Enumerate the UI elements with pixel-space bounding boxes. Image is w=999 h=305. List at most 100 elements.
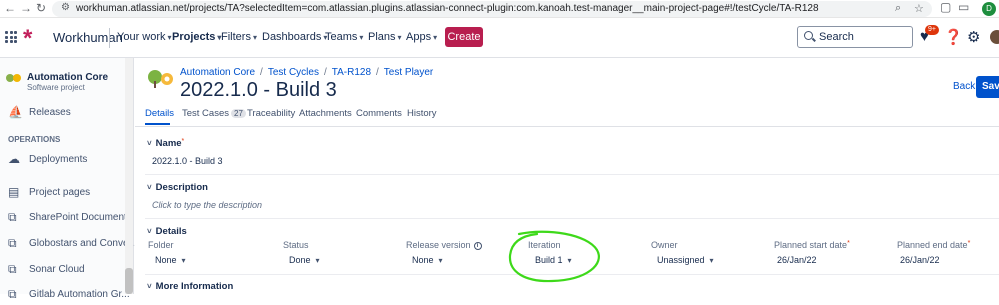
planned-end-date-label: Planned end date* <box>897 240 971 250</box>
chevron-down-icon: ˅ <box>147 282 152 291</box>
test-cycle-page: Automation Core / Test Cycles / TA-R128/Test… <box>135 58 999 294</box>
breadcrumb-cycle-key[interactable]: TA-R128 <box>332 67 371 78</box>
test-cases-count: 27 <box>231 109 246 118</box>
breadcrumb: Automation Core / Test Cycles / TA-R128/Test… <box>180 67 434 78</box>
description-field[interactable]: Click to type the description <box>152 200 262 210</box>
bookmark-star-icon[interactable]: ☆ <box>914 2 924 15</box>
brand-name[interactable]: Workhuman <box>53 30 123 45</box>
sidebar-item-sonar-cloud[interactable]: ⧉ Sonar Cloud <box>0 260 125 280</box>
status-select[interactable]: Done ▾ <box>289 255 320 265</box>
section-divider <box>145 174 999 175</box>
more-information-section-header[interactable]: ˅ More Information <box>147 281 233 292</box>
folder-select[interactable]: None ▾ <box>155 255 186 265</box>
tab-traceability[interactable]: Traceability <box>247 108 295 119</box>
sidebar-scrollbar-thumb[interactable] <box>125 268 133 294</box>
create-button[interactable]: Create <box>445 27 483 47</box>
chevron-down-icon: ˅ <box>147 139 152 148</box>
name-section-header[interactable]: ˅ Name* <box>147 138 184 149</box>
info-icon[interactable]: i <box>473 242 482 250</box>
zoom-icon[interactable]: ⌕ <box>895 2 901 15</box>
search-placeholder: Search <box>819 31 854 43</box>
description-section-header[interactable]: ˅ Description <box>147 182 208 193</box>
url-text: workhuman.atlassian.net/projects/TA?sele… <box>76 3 819 14</box>
chevron-down-icon: ▾ <box>181 256 186 265</box>
sidepanel-icon[interactable]: ▭ <box>958 0 969 14</box>
external-link-icon: ⧉ <box>8 236 17 250</box>
operations-header: OPERATIONS <box>8 135 61 144</box>
project-type: Software project <box>27 83 85 92</box>
tab-details[interactable]: Details <box>145 108 174 119</box>
save-button[interactable]: Save <box>976 76 999 98</box>
menu-projects[interactable]: Projects ▾ <box>172 31 221 43</box>
project-sidebar: Automation Core Software project ⛵ Relea… <box>0 58 137 300</box>
chevron-down-icon: ▾ <box>397 33 402 42</box>
project-name[interactable]: Automation Core <box>27 72 108 83</box>
active-tab-indicator <box>145 123 170 125</box>
chevron-down-icon: ▾ <box>359 33 364 42</box>
section-divider <box>145 218 999 219</box>
settings-gear-icon[interactable]: ⚙ <box>967 28 980 46</box>
document-icon: ▤ <box>8 185 20 199</box>
menu-your-work[interactable]: Your work ▾ <box>117 31 172 43</box>
external-link-icon: ⧉ <box>8 210 17 224</box>
site-info-icon[interactable]: ⚙ <box>61 2 70 13</box>
owner-select[interactable]: Unassigned ▾ <box>657 255 714 265</box>
browser-profile-avatar[interactable]: D <box>982 2 996 16</box>
name-value[interactable]: 2022.1.0 - Build 3 <box>152 156 223 166</box>
project-avatar-icon <box>6 73 22 83</box>
tab-test-cases[interactable]: Test Cases 27 <box>182 108 246 119</box>
breadcrumb-test-cycles[interactable]: Test Cycles <box>268 67 319 78</box>
cloud-upload-icon: ☁ <box>8 152 20 166</box>
planned-end-date-value[interactable]: 26/Jan/22 <box>900 255 940 265</box>
sidebar-item-sharepoint[interactable]: ⧉ SharePoint Documents <box>0 208 132 228</box>
back-button[interactable]: Back <box>953 81 975 92</box>
extension-icon[interactable]: ▢ <box>940 0 951 14</box>
chevron-down-icon: ˅ <box>147 183 152 192</box>
page-title[interactable]: 2022.1.0 - Build 3 <box>180 79 337 102</box>
menu-apps[interactable]: Apps ▾ <box>406 31 437 43</box>
user-avatar[interactable] <box>990 30 999 44</box>
details-section-header[interactable]: ˅ Details <box>147 226 187 237</box>
sidebar-item-deployments[interactable]: ☁ Deployments <box>0 150 125 170</box>
green-circle-annotation <box>508 230 600 283</box>
release-version-select[interactable]: None ▾ <box>412 255 443 265</box>
chevron-down-icon: ▾ <box>167 33 172 42</box>
chevron-down-icon: ▾ <box>433 33 438 42</box>
sidebar-item-releases[interactable]: ⛵ Releases <box>0 103 125 123</box>
chevron-down-icon: ▾ <box>438 256 443 265</box>
planned-start-date-value[interactable]: 26/Jan/22 <box>777 255 817 265</box>
nav-divider <box>109 28 110 48</box>
breadcrumb-project[interactable]: Automation Core <box>180 67 255 78</box>
back-arrow-icon[interactable]: ← <box>4 1 16 15</box>
search-icon <box>804 31 813 40</box>
workhuman-logo-icon[interactable]: * <box>23 25 32 53</box>
sidebar-item-gitlab[interactable]: ⧉ Gitlab Automation Gr... <box>0 285 130 305</box>
reload-icon[interactable]: ↻ <box>36 1 46 15</box>
menu-teams[interactable]: Teams ▾ <box>325 31 363 43</box>
notifications-badge: 9+ <box>925 25 939 35</box>
ship-icon: ⛵ <box>8 105 23 119</box>
external-link-icon: ⧉ <box>8 287 17 301</box>
planned-start-date-label: Planned start date* <box>774 240 850 250</box>
breadcrumb-test-player[interactable]: Test Player <box>384 67 433 78</box>
tab-history[interactable]: History <box>407 108 437 119</box>
tab-comments[interactable]: Comments <box>356 108 402 119</box>
menu-plans[interactable]: Plans ▾ <box>368 31 402 43</box>
sidebar-item-project-pages[interactable]: ▤ Project pages <box>0 183 125 203</box>
help-icon[interactable]: ❓ <box>944 28 963 46</box>
forward-arrow-icon[interactable]: → <box>20 1 32 15</box>
chevron-down-icon: ▾ <box>252 33 257 42</box>
sidebar-scrollbar-track[interactable] <box>125 58 133 294</box>
test-cycle-icon <box>148 70 173 88</box>
chevron-down-icon: ▾ <box>315 256 320 265</box>
browser-toolbar: ← → ↻ ⚙ workhuman.atlassian.net/projects… <box>0 0 999 18</box>
status-label: Status <box>283 240 309 250</box>
menu-filters[interactable]: Filters ▾ <box>221 31 257 43</box>
folder-label: Folder <box>148 240 174 250</box>
sidebar-item-globostars[interactable]: ⧉ Globostars and Conve... <box>0 234 137 254</box>
app-switcher-icon[interactable] <box>5 31 17 43</box>
menu-dashboards[interactable]: Dashboards ▾ <box>262 31 327 43</box>
address-bar[interactable]: ⚙ workhuman.atlassian.net/projects/TA?se… <box>52 1 932 17</box>
tab-attachments[interactable]: Attachments <box>299 108 352 119</box>
search-input[interactable]: Search <box>797 26 913 48</box>
